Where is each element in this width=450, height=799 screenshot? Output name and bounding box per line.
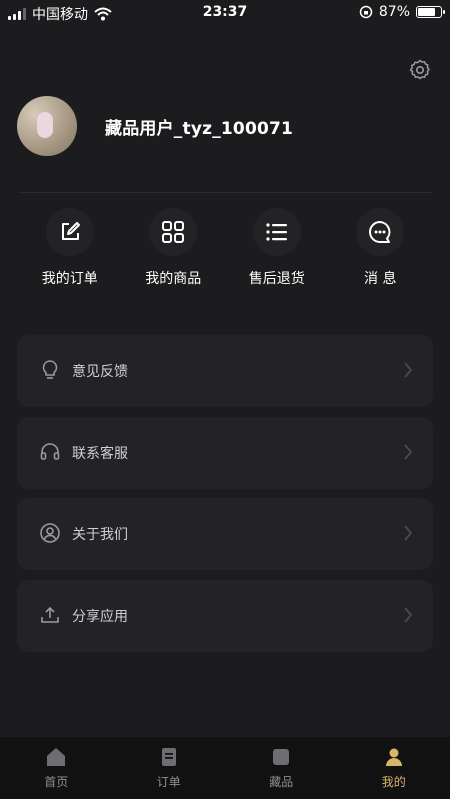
my-products-button[interactable]: 我的商品 (122, 208, 226, 288)
tab-bar: 首页 订单 藏品 我的 (0, 737, 450, 799)
avatar[interactable] (17, 96, 77, 156)
tab-orders-label: 订单 (156, 775, 181, 789)
home-icon (47, 748, 66, 766)
chevron-right-icon (404, 362, 413, 378)
user-circle-icon (40, 523, 60, 543)
edit-icon (45, 208, 94, 256)
my-products-label: 我的商品 (145, 271, 202, 287)
status-bar: 中国移动 23:37 87% (0, 0, 450, 26)
battery-percent: 87% (378, 4, 410, 20)
collection-icon (273, 749, 290, 765)
gear-icon[interactable] (408, 58, 432, 82)
customer-service-row[interactable]: 联系客服 (17, 417, 433, 489)
tab-profile-label: 我的 (381, 775, 406, 789)
messages-label: 消 息 (364, 271, 397, 287)
chevron-right-icon (404, 525, 413, 541)
tab-collection-label: 藏品 (269, 775, 294, 789)
chat-icon (356, 208, 405, 256)
profile-header[interactable]: 藏品用户_tyz_100071 (17, 96, 293, 156)
battery-icon (416, 6, 445, 18)
orders-icon (161, 748, 176, 766)
feedback-label: 意见反馈 (72, 364, 128, 380)
my-orders-button[interactable]: 我的订单 (18, 208, 122, 288)
headset-icon (40, 443, 60, 460)
tab-orders[interactable]: 订单 (113, 737, 226, 799)
rotation-lock-icon (359, 5, 373, 19)
tab-profile[interactable]: 我的 (338, 737, 450, 799)
messages-button[interactable]: 消 息 (329, 208, 433, 288)
customer-service-label: 联系客服 (72, 446, 128, 462)
my-orders-label: 我的订单 (41, 271, 98, 287)
feedback-row[interactable]: 意见反馈 (17, 335, 433, 407)
profile-icon (385, 748, 402, 766)
about-us-label: 关于我们 (72, 527, 128, 543)
divider (18, 192, 432, 193)
battery-fill (418, 8, 435, 16)
tab-home-label: 首页 (44, 775, 69, 789)
after-sales-button[interactable]: 售后退货 (225, 208, 329, 288)
share-icon (41, 606, 59, 623)
username: 藏品用户_tyz_100071 (105, 118, 294, 139)
about-us-row[interactable]: 关于我们 (17, 498, 433, 570)
chevron-right-icon (404, 444, 413, 460)
tab-home[interactable]: 首页 (0, 737, 113, 799)
status-right: 87% (359, 4, 445, 20)
after-sales-label: 售后退货 (248, 271, 305, 287)
list-icon (252, 208, 301, 256)
quick-actions: 我的订单 我的商品 售后退货 消 息 (18, 208, 432, 288)
share-app-label: 分享应用 (72, 609, 128, 625)
lightbulb-icon (42, 360, 58, 379)
chevron-right-icon (404, 607, 413, 623)
grid-icon (149, 208, 198, 256)
share-app-row[interactable]: 分享应用 (17, 580, 433, 652)
tab-collection[interactable]: 藏品 (225, 737, 338, 799)
